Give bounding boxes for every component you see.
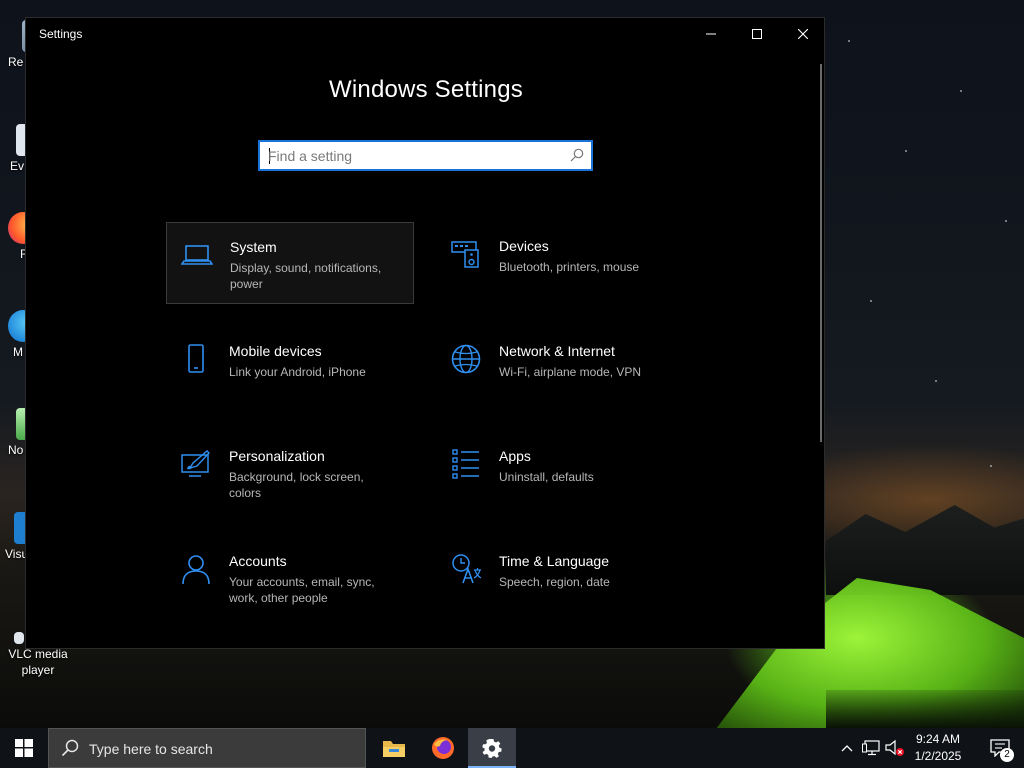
volume-muted-icon <box>885 739 904 756</box>
desktop-icon-label: VLC media player <box>8 647 68 677</box>
folder-icon <box>383 741 405 757</box>
gear-icon <box>482 739 502 758</box>
tile-description: Your accounts, email, sync, work, other … <box>229 575 375 605</box>
star <box>905 150 907 152</box>
volume-tray-button[interactable] <box>884 728 906 768</box>
tile-description: Uninstall, defaults <box>499 470 594 484</box>
tile-network-internet[interactable]: Network & Internet Wi-Fi, airplane mode,… <box>436 327 684 409</box>
windows-logo-icon <box>15 739 33 757</box>
settings-window: Settings Windows Settings System Display… <box>25 17 825 649</box>
taskbar-settings[interactable] <box>468 728 516 768</box>
tile-title: Network & Internet <box>499 343 615 359</box>
clock[interactable]: 9:24 AM 1/2/2025 <box>906 731 970 765</box>
tile-title: Mobile devices <box>229 343 322 359</box>
maximize-icon <box>752 29 762 39</box>
star <box>1005 220 1007 222</box>
taskbar-file-explorer[interactable] <box>370 728 418 768</box>
firefox-icon <box>432 737 454 759</box>
laptop-icon <box>181 245 213 265</box>
globe-icon <box>451 344 481 374</box>
search-icon <box>61 739 79 757</box>
settings-search-box[interactable] <box>258 140 593 171</box>
tile-mobile-devices[interactable]: Mobile devices Link your Android, iPhone <box>166 327 414 409</box>
title-bar[interactable]: Settings <box>26 18 824 50</box>
star <box>935 380 937 382</box>
clock-date: 1/2/2025 <box>914 749 962 763</box>
settings-search-input[interactable] <box>268 147 558 165</box>
tile-description: Background, lock screen, colors <box>229 470 364 500</box>
vlc-icon <box>14 632 24 644</box>
tile-description: Link your Android, iPhone <box>229 365 366 379</box>
tile-title: Personalization <box>229 448 325 464</box>
phone-icon <box>188 344 204 373</box>
tile-title: Accounts <box>229 553 287 569</box>
chevron-up-icon <box>841 745 853 752</box>
page-title: Windows Settings <box>329 76 523 103</box>
tile-accounts[interactable]: Accounts Your accounts, email, sync, wor… <box>166 537 414 619</box>
star <box>870 300 872 302</box>
network-icon <box>862 740 880 756</box>
tile-description: Speech, region, date <box>499 575 610 589</box>
person-icon <box>182 555 210 585</box>
tile-title: Devices <box>499 238 549 254</box>
minimize-button[interactable] <box>688 18 734 50</box>
window-title: Settings <box>39 27 83 41</box>
personalization-icon <box>181 450 210 477</box>
start-button[interactable] <box>0 728 48 768</box>
star <box>848 40 850 42</box>
notification-count-badge: 2 <box>1000 748 1014 762</box>
clock-time: 9:24 AM <box>915 732 961 746</box>
tile-title: Apps <box>499 448 531 464</box>
tile-system[interactable]: System Display, sound, notifications, po… <box>166 222 414 304</box>
tile-description: Display, sound, notifications, power <box>230 261 382 291</box>
taskbar-search-box[interactable]: Type here to search <box>48 728 366 768</box>
devices-icon <box>451 241 479 268</box>
action-center-button[interactable]: 2 <box>976 728 1024 768</box>
wallpaper-grass <box>826 690 1024 728</box>
search-icon <box>570 148 584 162</box>
star <box>960 90 962 92</box>
minimize-icon <box>706 33 716 35</box>
apps-list-icon <box>452 449 479 479</box>
tile-apps[interactable]: Apps Uninstall, defaults <box>436 432 684 514</box>
taskbar-search-text: Type here to search <box>89 741 213 757</box>
taskbar: Type here to search 9:24 AM 1/2/2025 2 <box>0 728 1024 768</box>
close-button[interactable] <box>780 18 824 50</box>
show-hidden-icons-button[interactable] <box>838 728 856 768</box>
tile-description: Bluetooth, printers, mouse <box>499 260 640 274</box>
maximize-button[interactable] <box>734 18 780 50</box>
tile-description: Wi-Fi, airplane mode, VPN <box>499 365 642 379</box>
scrollbar[interactable] <box>820 64 822 442</box>
close-icon <box>798 29 808 39</box>
tile-title: Time & Language <box>499 553 609 569</box>
network-tray-button[interactable] <box>860 728 882 768</box>
taskbar-firefox[interactable] <box>419 728 467 768</box>
tile-devices[interactable]: Devices Bluetooth, printers, mouse <box>436 222 684 304</box>
star <box>990 465 992 467</box>
tile-personalization[interactable]: Personalization Background, lock screen,… <box>166 432 414 514</box>
time-language-icon <box>452 554 482 584</box>
tile-title: System <box>230 239 277 255</box>
tile-time-language[interactable]: Time & Language Speech, region, date <box>436 537 684 619</box>
